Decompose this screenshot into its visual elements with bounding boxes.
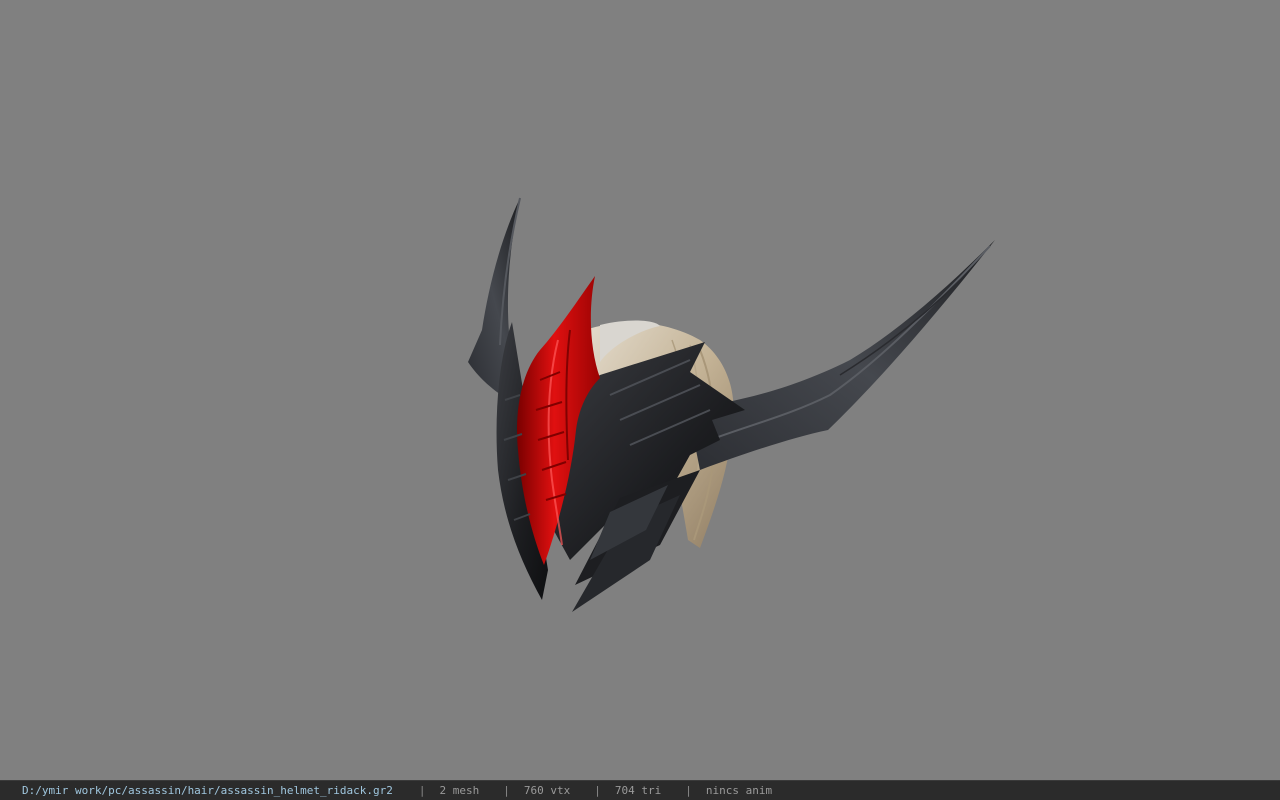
animation-status: nincs anim [705, 784, 773, 797]
triangle-count: 704 tri [614, 784, 662, 797]
separator: | [685, 784, 692, 797]
helmet-model[interactable] [0, 0, 1280, 780]
separator: | [594, 784, 601, 797]
vertex-count: 760 vtx [523, 784, 571, 797]
status-bar: D:/ymir work/pc/assassin/hair/assassin_h… [0, 780, 1280, 800]
separator: | [503, 784, 510, 797]
file-path: D:/ymir work/pc/assassin/hair/assassin_h… [22, 784, 393, 797]
separator: | [418, 784, 426, 797]
mesh-count: 2 mesh [439, 784, 480, 797]
3d-viewport[interactable] [0, 0, 1280, 780]
right-horn [690, 240, 995, 470]
